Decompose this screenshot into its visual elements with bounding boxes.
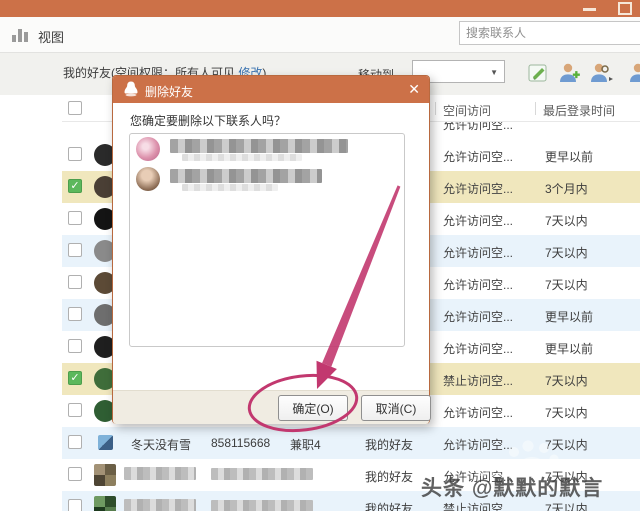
blurred-number <box>211 500 313 511</box>
last-login-cell: 更早以前 <box>545 308 593 325</box>
row-checkbox[interactable] <box>68 467 82 481</box>
last-login-cell: 7天以内 <box>545 468 588 485</box>
last-login-cell: 更早以前 <box>545 340 593 357</box>
space-access-cell: 允许访问空... <box>443 148 513 165</box>
space-access-cell: 允许访问空... <box>443 308 513 325</box>
blurred-contact-name <box>170 139 348 153</box>
close-icon[interactable]: ✕ <box>408 81 420 97</box>
row-checkbox[interactable] <box>68 243 82 257</box>
qq-penguin-icon <box>122 80 140 98</box>
space-access-cell: 允许访问空... <box>443 122 513 133</box>
delete-friend-dialog: 删除好友 ✕ 您确定要删除以下联系人吗？ 确定(O) 取消(C) <box>112 75 430 424</box>
table-row[interactable]: 我的好友 禁止访问空... 7天以内 <box>62 491 640 511</box>
space-access-cell: 允许访问空... <box>443 340 513 357</box>
last-login-cell: 7天以内 <box>545 372 588 389</box>
space-access-cell: 允许访问空... <box>443 276 513 293</box>
blurred-contact-name <box>170 169 322 183</box>
cancel-button[interactable]: 取消(C) <box>361 395 431 421</box>
table-row[interactable]: 冬天没有雪 858115668 兼职4 我的好友 允许访问空... 7天以内 <box>62 427 640 459</box>
view-menu[interactable]: 视图 <box>38 27 64 46</box>
row-checkbox[interactable] <box>68 147 82 161</box>
avatar <box>94 464 116 486</box>
contact-group: 我的好友 <box>365 500 413 511</box>
find-friend-icon[interactable] <box>590 61 614 85</box>
space-access-cell: 允许访问空... <box>443 404 513 421</box>
column-header-space-access[interactable]: 空间访问 <box>443 102 491 119</box>
column-divider <box>535 102 536 115</box>
last-login-cell: 7天以内 <box>545 276 588 293</box>
friend-icon[interactable] <box>628 61 640 85</box>
row-checkbox[interactable] <box>68 339 82 353</box>
space-access-cell: 允许访问空... <box>443 180 513 197</box>
contact-remark: 兼职4 <box>290 436 321 453</box>
last-login-cell: 7天以内 <box>545 212 588 229</box>
row-checkbox[interactable] <box>68 275 82 289</box>
view-chart-icon <box>12 27 30 42</box>
avatar <box>98 435 113 450</box>
contact-manager-window: 视图 我的好友(空间权限：所有人可见 修改) 移动到 ▼ 空间访问 最后登录时 <box>0 0 640 511</box>
minimize-icon[interactable] <box>583 8 596 11</box>
last-login-cell: 7天以内 <box>545 436 588 453</box>
ok-button[interactable]: 确定(O) <box>278 395 348 421</box>
contact-to-delete <box>130 134 404 164</box>
last-login-cell: 更早以前 <box>545 148 593 165</box>
row-checkbox[interactable] <box>68 435 82 449</box>
contacts-to-delete-list <box>129 133 405 347</box>
dialog-title: 删除好友 <box>145 83 193 100</box>
flower-avatar <box>136 137 160 161</box>
last-login-cell: 7天以内 <box>545 404 588 421</box>
dialog-footer: 确定(O) 取消(C) <box>113 390 429 424</box>
dialog-titlebar: 删除好友 ✕ <box>113 76 429 103</box>
portrait-avatar <box>136 167 160 191</box>
space-access-cell: 禁止访问空... <box>443 372 513 389</box>
last-login-cell: 3个月内 <box>545 180 588 197</box>
avatar <box>94 496 116 511</box>
blurred-nickname <box>124 467 196 480</box>
main-toolbar: 视图 <box>0 17 640 53</box>
search-input[interactable] <box>459 21 640 45</box>
table-row[interactable]: 我的好友 允许访问空... 7天以内 <box>62 459 640 491</box>
blurred-nickname <box>124 499 196 511</box>
space-access-cell: 允许访问空... <box>443 244 513 261</box>
dialog-message: 您确定要删除以下联系人吗？ <box>130 112 286 129</box>
blurred-number <box>211 468 313 480</box>
space-access-cell: 允许访问空... <box>443 436 513 453</box>
row-checkbox-checked[interactable]: ✓ <box>68 371 82 385</box>
column-header-last-login[interactable]: 最后登录时间 <box>543 102 615 119</box>
chevron-down-icon: ▼ <box>490 68 498 77</box>
row-checkbox-checked[interactable]: ✓ <box>68 179 82 193</box>
add-friend-icon[interactable] <box>558 61 582 85</box>
space-access-cell: 禁止访问空... <box>443 500 513 511</box>
row-checkbox[interactable] <box>68 307 82 321</box>
space-access-cell: 允许访问空... <box>443 212 513 229</box>
contact-nickname: 冬天没有雪 <box>131 436 191 453</box>
maximize-icon[interactable] <box>618 2 632 15</box>
row-checkbox[interactable] <box>68 211 82 225</box>
space-access-cell: 允许访问空... <box>443 468 513 485</box>
row-checkbox[interactable] <box>68 499 82 511</box>
last-login-cell: 7天以内 <box>545 500 588 511</box>
last-login-cell: 7天以内 <box>545 244 588 261</box>
row-checkbox[interactable] <box>68 403 82 417</box>
contact-group: 我的好友 <box>365 436 413 453</box>
contact-number: 858115668 <box>211 436 270 450</box>
column-divider <box>435 102 436 115</box>
contact-group: 我的好友 <box>365 468 413 485</box>
window-titlebar <box>0 0 640 17</box>
blurred-contact-signature <box>182 154 302 161</box>
select-all-checkbox[interactable] <box>68 101 82 115</box>
edit-icon[interactable] <box>526 61 550 85</box>
blurred-contact-signature <box>182 184 278 191</box>
contact-to-delete <box>130 164 404 194</box>
